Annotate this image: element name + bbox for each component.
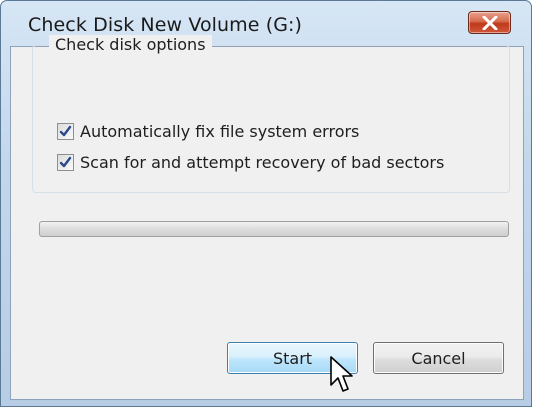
- close-button[interactable]: [468, 11, 511, 34]
- arrow-pointer-icon: [330, 356, 353, 392]
- close-x-icon: [482, 16, 498, 30]
- scan-sectors-label: Scan for and attempt recovery of bad sec…: [80, 152, 445, 172]
- progress-bar: [39, 221, 509, 237]
- dialog-window: Check Disk New Volume (G:) Check disk op…: [0, 0, 532, 407]
- option-fix-errors[interactable]: Automatically fix file system errors: [57, 120, 359, 142]
- options-group-label: Check disk options: [49, 35, 212, 54]
- option-scan-sectors[interactable]: Scan for and attempt recovery of bad sec…: [57, 151, 444, 173]
- window-title: Check Disk New Volume (G:): [28, 14, 303, 36]
- fix-errors-checkbox[interactable]: [57, 122, 74, 140]
- fix-errors-label: Automatically fix file system errors: [80, 121, 360, 141]
- cancel-button[interactable]: Cancel: [373, 342, 504, 374]
- checkmark-icon: [59, 125, 72, 136]
- scan-sectors-checkbox[interactable]: [57, 153, 74, 171]
- checkmark-icon: [59, 156, 72, 167]
